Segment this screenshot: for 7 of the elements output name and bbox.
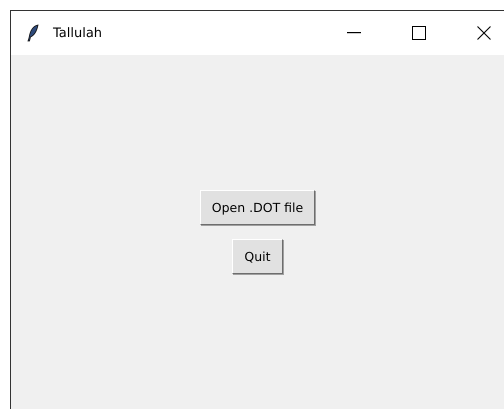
window-title: Tallulah: [53, 26, 104, 40]
open-file-button[interactable]: Open .DOT file: [200, 190, 316, 225]
minimize-icon[interactable]: [346, 32, 360, 34]
feather-icon: [27, 24, 39, 42]
maximize-icon[interactable]: [412, 26, 426, 40]
close-icon[interactable]: [476, 26, 490, 40]
quit-button[interactable]: Quit: [232, 239, 283, 274]
